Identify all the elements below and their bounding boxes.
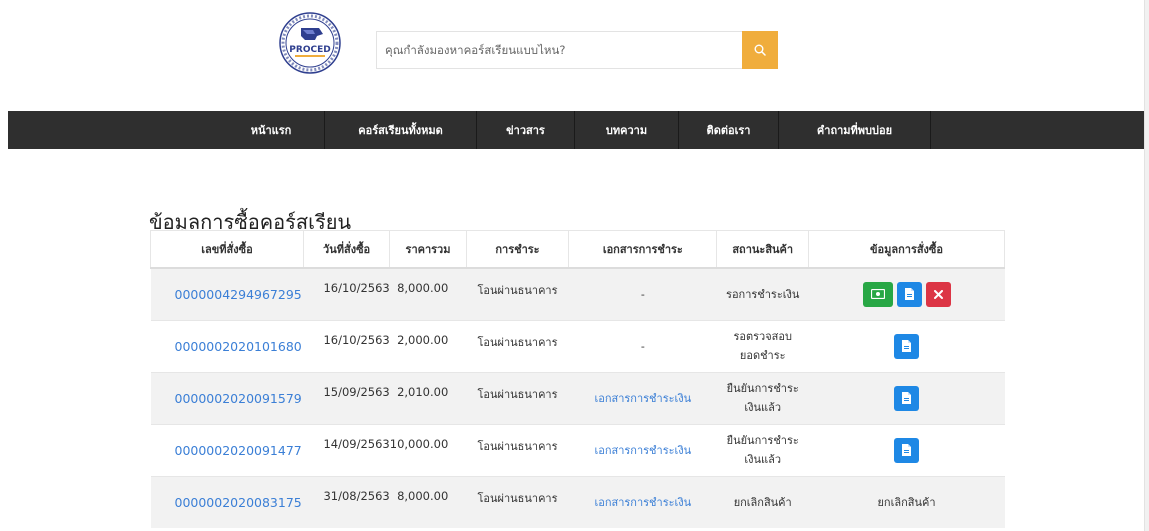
table-row: 0000002020091579 15/09/2563 2,010.00 โอน… bbox=[150, 371, 1005, 424]
payment-document: - bbox=[568, 319, 717, 372]
payment-document-link[interactable]: เอกสารการชำระเงิน bbox=[594, 444, 691, 457]
payment-method: โอนผ่านธนาคาร bbox=[466, 319, 569, 372]
order-actions bbox=[808, 371, 1005, 424]
payment-document: เอกสารการชำระเงิน bbox=[568, 475, 717, 528]
order-id-cell: 0000002020101680 bbox=[150, 319, 304, 372]
order-date: 31/08/2563 bbox=[303, 475, 390, 528]
order-id-link[interactable]: 0000002020091579 bbox=[175, 391, 302, 406]
status-text-line2: ยอดชำระ bbox=[739, 349, 786, 362]
nav-label: บทความ bbox=[605, 124, 648, 137]
order-status: ยกเลิกสินค้า bbox=[716, 475, 809, 528]
nav-label: ติดต่อเรา bbox=[706, 124, 751, 137]
nav-contact[interactable]: ติดต่อเรา bbox=[679, 111, 779, 149]
logo-emblem-icon: PROCED bbox=[279, 12, 341, 74]
status-text-line2: เงินแล้ว bbox=[744, 453, 782, 466]
document-icon bbox=[902, 392, 911, 404]
order-id-link[interactable]: 0000002020101680 bbox=[175, 339, 302, 354]
payment-method: โอนผ่านธนาคาร bbox=[466, 475, 569, 528]
payment-method: โอนผ่านธนาคาร bbox=[466, 371, 569, 424]
nav-articles[interactable]: บทความ bbox=[575, 111, 679, 149]
status-text: ยกเลิกสินค้า bbox=[733, 495, 792, 509]
status-text-line2: เงินแล้ว bbox=[744, 401, 782, 414]
column-header: ข้อมูลการสั่งซื้อ bbox=[808, 230, 1005, 269]
orders-table: เลขที่สั่งซื้อ วันที่สั่งซื้อ ราคารวม กา… bbox=[150, 230, 1005, 528]
payment-document: เอกสารการชำระเงิน bbox=[568, 371, 717, 424]
column-header: เอกสารการชำระ bbox=[568, 230, 718, 269]
order-status: ยืนยันการชำระ เงินแล้ว bbox=[716, 423, 809, 476]
money-icon bbox=[870, 289, 885, 300]
table-header-row: เลขที่สั่งซื้อ วันที่สั่งซื้อ ราคารวม กา… bbox=[150, 230, 1005, 269]
nav-label: คำถามที่พบบ่อย bbox=[816, 124, 893, 137]
order-id-cell: 0000004294967295 bbox=[150, 267, 304, 320]
document-icon bbox=[902, 444, 911, 456]
order-id-link[interactable]: 0000004294967295 bbox=[175, 287, 302, 302]
payment-document: เอกสารการชำระเงิน bbox=[568, 423, 717, 476]
document-icon bbox=[902, 340, 911, 352]
order-actions bbox=[808, 267, 1005, 320]
table-row: 0000002020091477 14/09/2563 10,000.00 โอ… bbox=[150, 423, 1005, 476]
nav-label: ข่าวสาร bbox=[506, 124, 545, 137]
order-detail-button[interactable] bbox=[894, 385, 919, 411]
search-bar bbox=[376, 31, 778, 69]
order-date: 14/09/2563 bbox=[303, 423, 390, 476]
nav-label: หน้าแรก bbox=[250, 124, 292, 137]
svg-text:PROCED: PROCED bbox=[289, 45, 330, 55]
column-header: วันที่สั่งซื้อ bbox=[302, 230, 391, 269]
order-total: 8,000.00 bbox=[389, 475, 467, 528]
nav-label: คอร์สเรียนทั้งหมด bbox=[358, 124, 443, 137]
payment-method: โอนผ่านธนาคาร bbox=[466, 423, 569, 476]
site-logo[interactable]: PROCED bbox=[279, 12, 341, 74]
status-text: ยืนยันการชำระ bbox=[726, 434, 799, 447]
order-date: 16/10/2563 bbox=[303, 319, 390, 372]
order-actions bbox=[808, 319, 1005, 372]
order-date: 16/10/2563 bbox=[303, 267, 390, 320]
order-total: 8,000.00 bbox=[389, 267, 467, 320]
table-row: 0000004294967295 16/10/2563 8,000.00 โอน… bbox=[150, 267, 1005, 320]
page-right-border bbox=[1144, 0, 1149, 531]
order-status: รอการชำระเงิน bbox=[716, 267, 809, 320]
order-total: 2,010.00 bbox=[389, 371, 467, 424]
cancel-order-button[interactable] bbox=[925, 281, 951, 307]
search-icon bbox=[754, 44, 766, 56]
status-text: ยืนยันการชำระ bbox=[726, 382, 799, 395]
search-button[interactable] bbox=[742, 31, 778, 69]
table-row: 0000002020101680 16/10/2563 2,000.00 โอน… bbox=[150, 319, 1005, 372]
status-text: รอการชำระเงิน bbox=[726, 287, 800, 301]
order-total: 10,000.00 bbox=[389, 423, 467, 476]
main-nav: หน้าแรก คอร์สเรียนทั้งหมด ข่าวสาร บทความ… bbox=[8, 111, 1144, 149]
order-id-cell: 0000002020083175 bbox=[150, 475, 304, 528]
column-header: สถานะสินค้า bbox=[716, 230, 809, 269]
column-header: ราคารวม bbox=[389, 230, 467, 269]
pay-button[interactable] bbox=[862, 281, 893, 307]
close-icon bbox=[933, 289, 943, 299]
payment-document-link[interactable]: เอกสารการชำระเงิน bbox=[594, 392, 691, 405]
order-total: 2,000.00 bbox=[389, 319, 467, 372]
column-header: เลขที่สั่งซื้อ bbox=[150, 230, 304, 269]
order-id-link[interactable]: 0000002020091477 bbox=[175, 443, 302, 458]
payment-method: โอนผ่านธนาคาร bbox=[466, 267, 569, 320]
column-header: การชำระ bbox=[465, 230, 570, 269]
order-status: ยืนยันการชำระ เงินแล้ว bbox=[716, 371, 809, 424]
order-detail-button[interactable] bbox=[896, 281, 922, 307]
status-text: รอตรวจสอบ bbox=[733, 330, 792, 343]
order-actions bbox=[808, 423, 1005, 476]
nav-faq[interactable]: คำถามที่พบบ่อย bbox=[779, 111, 931, 149]
order-id-cell: 0000002020091579 bbox=[150, 371, 304, 424]
order-detail-button[interactable] bbox=[894, 437, 919, 463]
nav-all-courses[interactable]: คอร์สเรียนทั้งหมด bbox=[325, 111, 477, 149]
payment-document: - bbox=[568, 267, 717, 320]
order-id-link[interactable]: 0000002020083175 bbox=[175, 495, 302, 510]
order-id-cell: 0000002020091477 bbox=[150, 423, 304, 476]
order-detail-button[interactable] bbox=[894, 333, 919, 359]
payment-document-link[interactable]: เอกสารการชำระเงิน bbox=[594, 496, 691, 509]
order-date: 15/09/2563 bbox=[303, 371, 390, 424]
table-row: 0000002020083175 31/08/2563 8,000.00 โอน… bbox=[150, 475, 1005, 528]
order-status: รอตรวจสอบ ยอดชำระ bbox=[716, 319, 809, 372]
order-info: ยกเลิกสินค้า bbox=[808, 475, 1005, 528]
search-input[interactable] bbox=[376, 31, 742, 69]
nav-news[interactable]: ข่าวสาร bbox=[477, 111, 575, 149]
document-icon bbox=[904, 288, 914, 301]
nav-home[interactable]: หน้าแรก bbox=[218, 111, 325, 149]
